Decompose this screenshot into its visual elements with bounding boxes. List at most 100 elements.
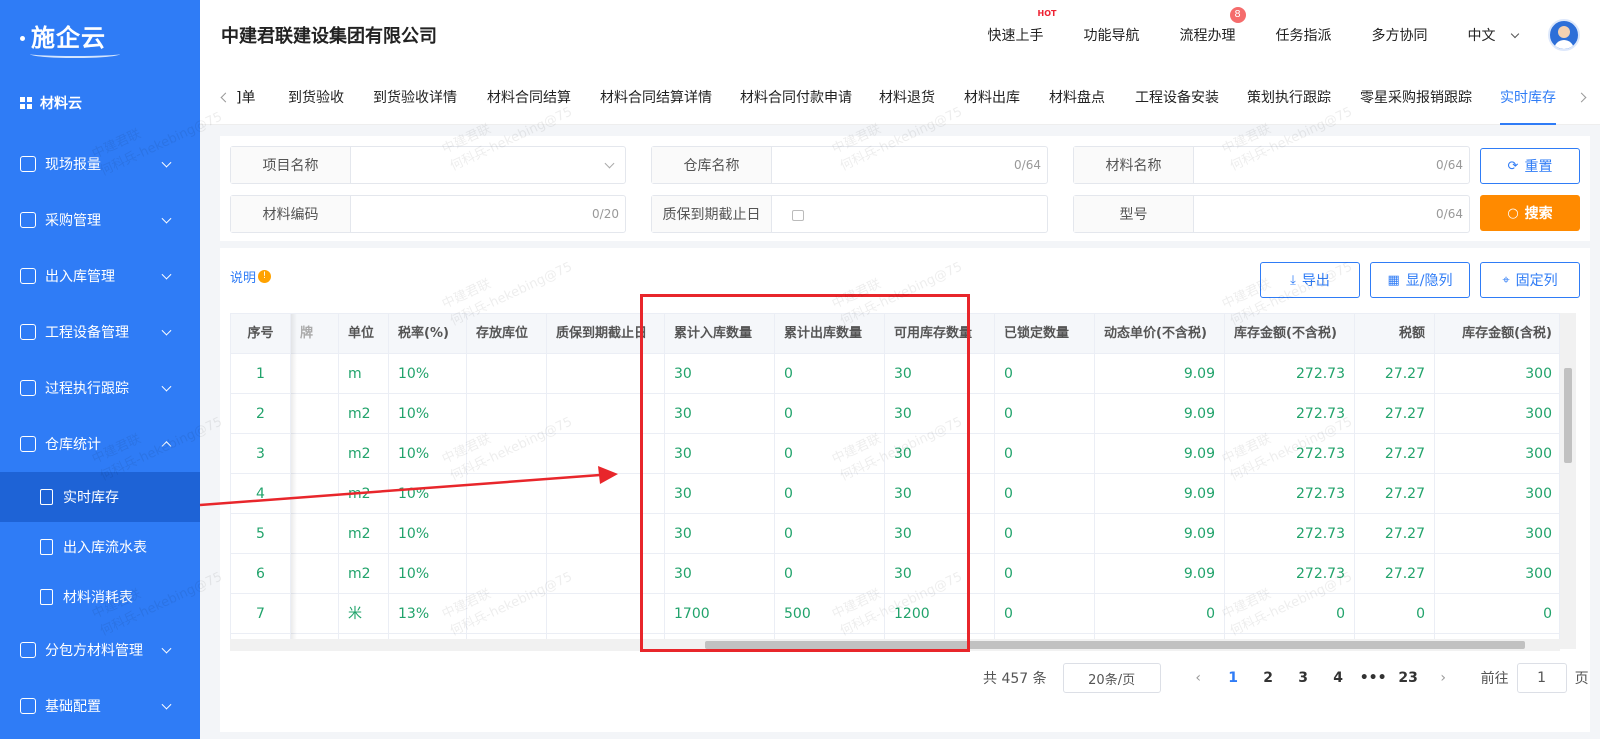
sidebar-item-config[interactable]: 基础配置 <box>0 678 200 734</box>
page-size-select[interactable]: 20条/页 <box>1062 663 1161 693</box>
page-3[interactable]: 3 <box>1286 670 1321 686</box>
next-page-icon[interactable]: › <box>1426 670 1461 686</box>
chevron-right-icon[interactable] <box>1576 92 1587 103</box>
sidebar-item-site-report[interactable]: 现场报量 <box>0 136 200 192</box>
col-header-amount[interactable]: 库存金额(不含税) <box>1225 314 1355 354</box>
sidebar-subitem-inout-flow[interactable]: 出入库流水表 <box>0 522 200 572</box>
cell-no: 4 <box>231 474 291 514</box>
project-name-select[interactable] <box>351 147 625 183</box>
page-23[interactable]: 23 <box>1391 670 1426 686</box>
sidebar-item-equipment[interactable]: 工程设备管理 <box>0 304 200 360</box>
help-note[interactable]: 说明 ! <box>230 267 272 286</box>
sidebar-item-subcontractor[interactable]: 分包方材料管理 <box>0 622 200 678</box>
search-icon: ○ <box>1507 205 1519 221</box>
scrollbar-thumb[interactable] <box>1564 368 1572 463</box>
table-row[interactable]: 2 m2 10% 30 0 30 0 9.09 272.73 27.27 300 <box>231 394 1559 434</box>
material-name-field[interactable]: 材料名称 0/64 <box>1073 146 1470 184</box>
tab-outbound[interactable]: 材料出库 <box>964 70 1020 125</box>
cell-warranty <box>547 474 665 514</box>
page-ellipsis[interactable]: ••• <box>1356 670 1391 686</box>
tab-payment[interactable]: 材料合同付款申请 <box>740 70 852 125</box>
tab-partial[interactable]: ]单 <box>236 70 255 125</box>
warehouse-name-field[interactable]: 仓库名称 0/64 <box>651 146 1048 184</box>
tab-plan-tracking[interactable]: 策划执行跟踪 <box>1247 70 1331 125</box>
warranty-date-picker[interactable] <box>772 196 1047 232</box>
col-header-location[interactable]: 存放库位 <box>467 314 547 354</box>
col-header-available[interactable]: 可用库存数量 <box>885 314 995 354</box>
material-name-input[interactable]: 0/64 <box>1194 147 1469 183</box>
cell-unit-price: 9.09 <box>1095 354 1225 394</box>
warehouse-name-input[interactable]: 0/64 <box>772 147 1047 183</box>
model-input[interactable]: 0/64 <box>1194 196 1469 232</box>
reset-button[interactable]: ⟳ 重置 <box>1480 148 1580 184</box>
tab-contract-settle[interactable]: 材料合同结算 <box>487 70 571 125</box>
fix-columns-button[interactable]: ⌖ 固定列 <box>1480 262 1580 298</box>
header-nav-function[interactable]: 功能导航 <box>1084 25 1140 45</box>
language-select[interactable]: 中文 <box>1468 25 1520 45</box>
col-header-cum-in[interactable]: 累计入库数量 <box>665 314 775 354</box>
tab-arrival-detail[interactable]: 到货验收详情 <box>373 70 457 125</box>
col-header-unit[interactable]: 单位 <box>339 314 389 354</box>
project-name-field[interactable]: 项目名称 <box>230 146 626 184</box>
vertical-scrollbar[interactable] <box>1560 313 1576 649</box>
avatar[interactable] <box>1548 19 1580 51</box>
goto-page-input[interactable]: 1 <box>1516 663 1567 693</box>
info-icon: ! <box>258 270 272 283</box>
pagination: 共 457 条 20条/页 ‹ 1 2 3 4 ••• 23 › 前往 1 页 <box>983 663 1589 693</box>
col-header-cum-out[interactable]: 累计出库数量 <box>775 314 885 354</box>
col-header-locked[interactable]: 已锁定数量 <box>995 314 1095 354</box>
export-button[interactable]: ⤓ 导出 <box>1260 262 1360 298</box>
tab-realtime-stock[interactable]: 实时库存 <box>1500 70 1556 125</box>
sidebar-subitem-consumption[interactable]: 材料消耗表 <box>0 572 200 622</box>
cell-partial <box>291 394 339 434</box>
warranty-date-field[interactable]: 质保到期截止日 <box>651 195 1048 233</box>
header-nav-tasks[interactable]: 任务指派 <box>1276 25 1332 45</box>
tab-return[interactable]: 材料退货 <box>879 70 935 125</box>
header-nav-collab[interactable]: 多方协同 <box>1372 25 1428 45</box>
page-2[interactable]: 2 <box>1251 670 1286 686</box>
header-nav-process[interactable]: 流程办理 8 <box>1180 7 1246 45</box>
sidebar-item-inout[interactable]: 出入库管理 <box>0 248 200 304</box>
col-header-partial: 牌 <box>291 314 339 354</box>
sidebar-item-warehouse-stats[interactable]: 仓库统计 <box>0 416 200 472</box>
tab-equipment-install[interactable]: 工程设备安装 <box>1135 70 1219 125</box>
fixed-column-shadow <box>291 314 297 648</box>
table-row[interactable]: 4 m2 10% 30 0 30 0 9.09 272.73 27.27 300 <box>231 474 1559 514</box>
chevron-left-icon[interactable] <box>220 92 231 103</box>
col-header-amount-tax[interactable]: 库存金额(含税) <box>1435 314 1559 354</box>
tab-contract-settle-detail[interactable]: 材料合同结算详情 <box>600 70 712 125</box>
page-1[interactable]: 1 <box>1216 670 1251 686</box>
cell-warranty <box>547 394 665 434</box>
cell-amount: 272.73 <box>1225 354 1355 394</box>
tab-inventory-check[interactable]: 材料盘点 <box>1049 70 1105 125</box>
model-field[interactable]: 型号 0/64 <box>1073 195 1470 233</box>
toggle-columns-button[interactable]: ▦ 显/隐列 <box>1370 262 1470 298</box>
sidebar-item-procurement[interactable]: 采购管理 <box>0 192 200 248</box>
horizontal-scrollbar[interactable] <box>230 639 1560 651</box>
col-header-tax-amount[interactable]: 税额 <box>1355 314 1435 354</box>
chevron-down-icon <box>161 269 172 280</box>
table-row[interactable]: 3 m2 10% 30 0 30 0 9.09 272.73 27.27 300 <box>231 434 1559 474</box>
material-code-field[interactable]: 材料编码 0/20 <box>230 195 626 233</box>
sidebar-subitem-realtime-stock[interactable]: 实时库存 <box>0 472 200 522</box>
tab-petty-purchase[interactable]: 零星采购报销跟踪 <box>1360 70 1472 125</box>
prev-page-icon[interactable]: ‹ <box>1181 670 1216 686</box>
col-header-unit-price[interactable]: 动态单价(不含税) <box>1095 314 1225 354</box>
table-row[interactable]: 1 m 10% 30 0 30 0 9.09 272.73 27.27 300 <box>231 354 1559 394</box>
cell-available: 1200 <box>885 594 995 634</box>
scrollbar-thumb[interactable] <box>705 641 1525 649</box>
search-button[interactable]: ○ 搜索 <box>1480 195 1580 231</box>
sidebar-item-tracking[interactable]: 过程执行跟踪 <box>0 360 200 416</box>
material-code-input[interactable]: 0/20 <box>351 196 625 232</box>
table-row[interactable]: 7 米 13% 1700 500 1200 0 0 0 0 0 <box>231 594 1559 634</box>
app-logo[interactable]: 施企云 <box>0 0 200 70</box>
header-nav-quick-start[interactable]: 快速上手 HOT <box>988 9 1057 45</box>
col-header-tax-rate[interactable]: 税率(%) <box>389 314 467 354</box>
col-header-no[interactable]: 序号 <box>231 314 291 354</box>
fix-columns-label: 固定列 <box>1515 273 1558 289</box>
table-row[interactable]: 6 m2 10% 30 0 30 0 9.09 272.73 27.27 300 <box>231 554 1559 594</box>
col-header-warranty[interactable]: 质保到期截止日 <box>547 314 665 354</box>
page-4[interactable]: 4 <box>1321 670 1356 686</box>
table-row[interactable]: 5 m2 10% 30 0 30 0 9.09 272.73 27.27 300 <box>231 514 1559 554</box>
tab-arrival[interactable]: 到货验收 <box>288 70 344 125</box>
